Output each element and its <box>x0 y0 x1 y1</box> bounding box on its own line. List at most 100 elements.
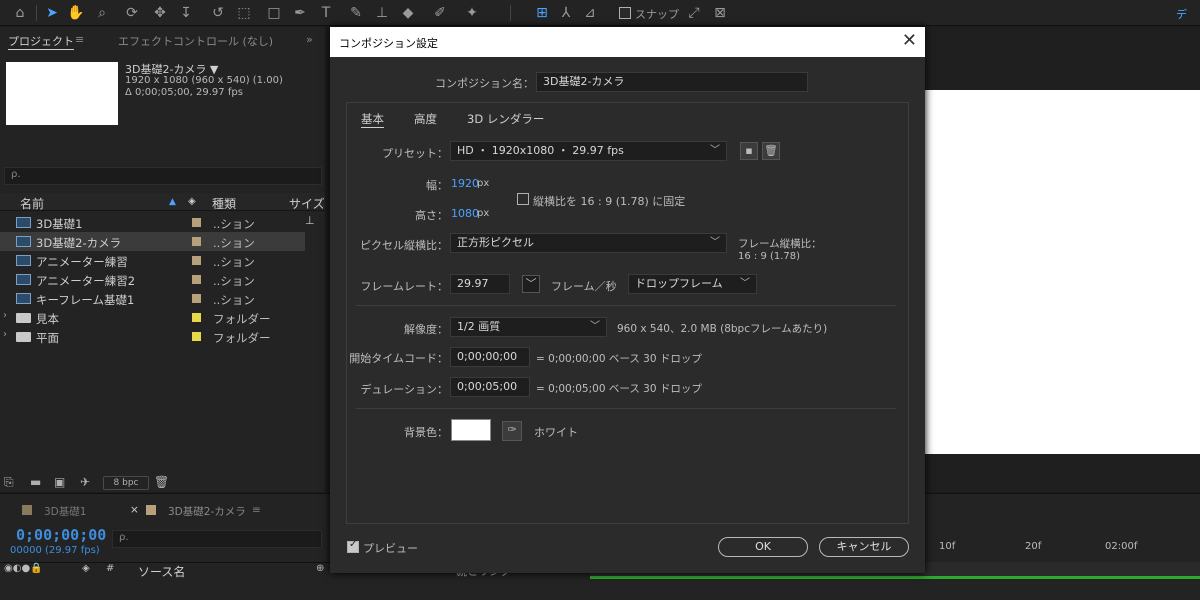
clone-stamp-icon[interactable]: ⊥ <box>372 3 392 23</box>
tab-3d-renderer[interactable]: 3D レンダラー <box>467 111 544 127</box>
tab-basic[interactable]: 基本 <box>361 111 384 128</box>
drop-frame-select[interactable]: ドロップフレーム ﹀ <box>628 274 757 294</box>
label-color-swatch[interactable] <box>192 313 201 322</box>
view-axis-icon[interactable]: ⊿ <box>580 3 600 23</box>
roto-brush-icon[interactable]: ✐ <box>430 3 450 23</box>
preset-select[interactable]: HD ・ 1920x1080 ・ 29.97 fps ﹀ <box>450 141 727 161</box>
chevron-right-icon[interactable]: › <box>3 329 7 340</box>
list-item[interactable]: アニメーター練習2 ..ション <box>0 270 305 289</box>
list-item[interactable]: キーフレーム基礎1 ..ション <box>0 289 305 308</box>
rectangle-tool-icon[interactable]: □ <box>264 3 284 23</box>
snap-checkbox[interactable] <box>619 7 631 19</box>
type-tool-icon[interactable]: T <box>316 3 336 23</box>
workspace-label[interactable]: デ <box>1176 6 1187 22</box>
tab-advanced[interactable]: 高度 <box>414 111 437 127</box>
time-ruler[interactable]: 10f 20f 02:00f <box>925 541 1200 559</box>
current-timecode[interactable]: 0;00;00;00 <box>16 526 106 544</box>
lock-aspect-checkbox[interactable] <box>517 193 529 205</box>
trash-icon[interactable]: 🗑 <box>154 475 169 489</box>
label-color-swatch[interactable] <box>192 275 201 284</box>
switches-icon[interactable]: ⊕ <box>316 563 324 574</box>
tab-comp-3d1[interactable]: 3D基礎1 <box>44 504 86 519</box>
interpret-footage-icon[interactable]: ⎘ <box>4 475 14 490</box>
label-color-swatch[interactable] <box>192 218 201 227</box>
list-item[interactable]: アニメーター練習 ..ション <box>0 251 305 270</box>
ok-button[interactable]: OK <box>718 537 808 557</box>
hand-tool-icon[interactable]: ✋ <box>66 3 86 23</box>
dialog-titlebar: コンポジション設定 ✕ <box>330 27 925 57</box>
background-color-swatch[interactable] <box>451 419 491 441</box>
render-queue-icon[interactable]: ✈ <box>80 475 90 489</box>
preview-checkbox[interactable] <box>347 539 359 553</box>
selection-tool-icon[interactable]: ➤ <box>42 3 62 23</box>
zoom-tool-icon[interactable]: ⌕ <box>92 3 112 23</box>
list-item[interactable]: › 平面 フォルダー <box>0 327 305 346</box>
panel-menu-icon[interactable]: ≡ <box>75 33 84 46</box>
ruler-tick-label: 10f <box>939 541 956 552</box>
comp-name-input[interactable]: 3D基礎2-カメラ <box>536 72 808 92</box>
timeline-search-input[interactable]: ρ. <box>112 530 322 548</box>
local-axis-icon[interactable]: ⊞ <box>532 3 552 23</box>
close-icon[interactable]: × <box>130 504 139 516</box>
label-color-swatch[interactable] <box>192 294 201 303</box>
label-color-swatch[interactable] <box>192 332 201 341</box>
project-search-input[interactable]: ρ. <box>4 167 322 185</box>
width-value[interactable]: 1920 <box>451 177 479 190</box>
world-axis-icon[interactable]: ⅄ <box>556 3 576 23</box>
sort-ascending-icon[interactable]: ▲ <box>169 197 176 207</box>
start-timecode-info: = 0;00;00;00 ベース 30 ドロップ <box>536 353 702 365</box>
snap-grid-icon[interactable]: ⊠ <box>710 3 730 23</box>
label-tag-icon[interactable]: ◈ <box>188 196 196 207</box>
tab-project[interactable]: プロジェクト <box>8 33 74 50</box>
column-size[interactable]: サイズ <box>289 195 325 212</box>
av-switches-icon[interactable]: ◉◐●🔒 <box>4 563 43 574</box>
column-type[interactable]: 種類 <box>212 195 236 212</box>
flowchart-icon[interactable]: ⊥ <box>305 214 315 227</box>
height-value[interactable]: 1080 <box>451 207 479 220</box>
puppet-pin-icon[interactable]: ✦ <box>462 3 482 23</box>
column-name[interactable]: 名前 <box>20 195 44 212</box>
pixel-aspect-label: ピクセル縦横比： <box>360 239 448 252</box>
snap-options-icon[interactable]: ⤢ <box>684 3 704 23</box>
brush-tool-icon[interactable]: ✎ <box>346 3 366 23</box>
bit-depth-button[interactable]: 8 bpc <box>103 476 149 490</box>
list-item[interactable]: › 見本 フォルダー <box>0 308 305 327</box>
height-unit: px <box>477 208 490 219</box>
comp-tab-label-swatch <box>22 505 32 515</box>
list-item[interactable]: 3D基礎1 ..ション <box>0 213 305 232</box>
close-icon[interactable]: ✕ <box>902 30 917 51</box>
resolution-select[interactable]: 1/2 画質 ﹀ <box>450 317 607 337</box>
item-type: フォルダー <box>213 312 271 326</box>
eyedropper-icon[interactable]: ✑ <box>502 421 522 441</box>
home-icon[interactable]: ⌂ <box>10 3 30 23</box>
chevron-right-icon[interactable]: › <box>3 310 7 321</box>
list-item[interactable]: 3D基礎2-カメラ ..ション <box>0 232 305 251</box>
frame-rate-input[interactable]: 29.97 <box>450 274 510 294</box>
new-comp-icon[interactable]: ▣ <box>54 475 65 489</box>
trash-icon[interactable]: 🗑 <box>762 142 780 160</box>
cancel-button[interactable]: キャンセル <box>819 537 909 557</box>
rotation-tool-icon[interactable]: ↺ <box>208 3 228 23</box>
panel-overflow-icon[interactable]: » <box>306 33 313 46</box>
save-preset-icon[interactable]: ▪ <box>740 142 758 160</box>
pixel-aspect-select[interactable]: 正方形ピクセル ﹀ <box>450 233 727 253</box>
rotate-camera-icon[interactable]: ⟳ <box>122 3 142 23</box>
label-color-swatch[interactable] <box>192 237 201 246</box>
tab-comp-3d2-camera[interactable]: 3D基礎2-カメラ <box>168 504 246 519</box>
pan-behind-icon[interactable]: ⬚ <box>234 3 254 23</box>
duration-input[interactable]: 0;00;05;00 <box>450 377 530 397</box>
frame-rate-dropdown-icon[interactable]: ﹀ <box>522 275 540 293</box>
viewer-canvas[interactable] <box>925 90 1200 454</box>
eraser-tool-icon[interactable]: ◆ <box>398 3 418 23</box>
dolly-icon[interactable]: ↧ <box>176 3 196 23</box>
column-source-name[interactable]: ソース名 <box>138 563 185 580</box>
new-folder-icon[interactable]: ▬ <box>30 475 41 489</box>
pen-tool-icon[interactable]: ✒ <box>290 3 310 23</box>
label-tag-icon[interactable]: ◈ <box>82 563 90 574</box>
start-timecode-input[interactable]: 0;00;00;00 <box>450 347 530 367</box>
orbit-icon[interactable]: ✥ <box>150 3 170 23</box>
label-color-swatch[interactable] <box>192 256 201 265</box>
tab-menu-icon[interactable]: ≡ <box>252 504 261 516</box>
tab-effect-controls[interactable]: エフェクトコントロール (なし) <box>118 33 273 49</box>
chevron-down-icon: ﹀ <box>710 237 720 248</box>
